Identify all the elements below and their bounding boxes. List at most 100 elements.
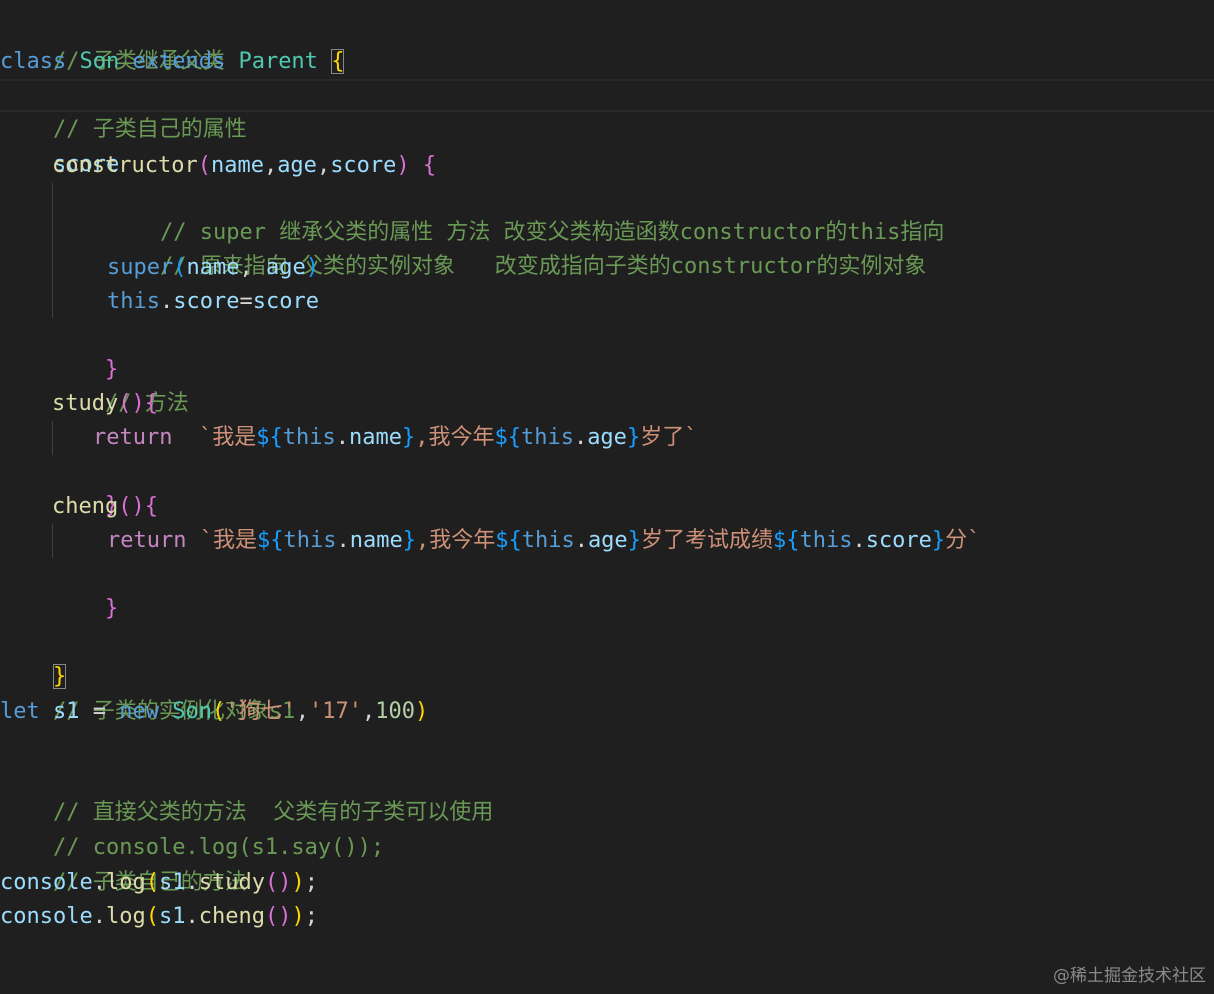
variable-token: console xyxy=(0,904,93,929)
punct-token: ; xyxy=(304,870,318,895)
watermark: @稀土掘金技术社区 xyxy=(1053,966,1206,986)
string-token: `我是 xyxy=(199,528,257,553)
code-editor[interactable]: // 子类继承父类 class Son extends Parent { // … xyxy=(0,0,1214,994)
property-token: score xyxy=(865,528,932,553)
paren-token: ( xyxy=(118,391,132,416)
interpolation-token: } xyxy=(627,528,641,553)
function-name-token: study xyxy=(198,870,265,895)
interpolation-token: } xyxy=(401,425,416,450)
code-line-return[interactable]: return `我是${this.name},我今年${this.age}岁了` xyxy=(93,421,697,455)
punct-token: . xyxy=(185,870,199,895)
code-line-close-brace[interactable]: } xyxy=(52,319,118,382)
code-line-constructor[interactable]: constructor(name,age,score) { xyxy=(52,149,436,183)
brace-token: { xyxy=(422,153,437,178)
code-line-assignment[interactable]: this.score=score xyxy=(107,285,319,319)
class-name-token: Son xyxy=(79,49,120,74)
interpolation-token: } xyxy=(626,425,641,450)
string-token: '17' xyxy=(309,699,362,724)
punct-token: . xyxy=(852,528,866,553)
punct-token: , xyxy=(316,153,331,178)
code-line-field[interactable]: score xyxy=(0,114,119,177)
code-line-close-brace[interactable]: } xyxy=(52,455,118,518)
property-token: name xyxy=(349,528,403,553)
code-line-close-brace[interactable]: } xyxy=(52,558,118,621)
variable-token: console xyxy=(0,870,93,895)
code-line-comment[interactable]: // 子类自己的属性 xyxy=(0,79,247,142)
interpolation-token: ${ xyxy=(495,528,522,553)
punct-token: , xyxy=(295,699,309,724)
code-line-return[interactable]: return `我是${this.name},我今年${this.age}岁了考… xyxy=(107,524,980,558)
keyword-token: extends xyxy=(132,49,226,74)
punct-token: . xyxy=(574,528,588,553)
paren-token: ( xyxy=(145,904,159,929)
variable-token: score xyxy=(252,289,319,314)
paren-token: ( xyxy=(145,870,159,895)
arg-token: name xyxy=(186,255,240,280)
code-line-comment[interactable]: // 原来指向 父类的实例对象 改变成指向子类的constructor的实例对象 xyxy=(107,216,926,279)
brace-token: { xyxy=(144,494,158,519)
param-token: score xyxy=(330,153,397,178)
property-token: name xyxy=(348,425,402,450)
keyword-token: class xyxy=(0,49,67,74)
keyword-token: return xyxy=(107,528,187,553)
paren-token: ( xyxy=(197,153,211,178)
indent-guide xyxy=(52,183,53,318)
matched-bracket-token: { xyxy=(331,49,345,74)
code-line-instantiation[interactable]: let s1 = new Son('狗七','17',100) xyxy=(0,695,428,729)
function-name-token: cheng xyxy=(52,494,119,519)
property-token: age xyxy=(587,528,628,553)
code-line-method-study[interactable]: study(){ xyxy=(52,387,158,421)
punct-token: ; xyxy=(304,904,318,929)
keyword-token: this xyxy=(521,528,575,553)
interpolation-token: } xyxy=(402,528,416,553)
keyword-token: let xyxy=(0,699,40,724)
function-name-token: constructor xyxy=(52,153,198,178)
code-line-comment[interactable]: // super 继承父类的属性 方法 改变父类构造函数constructor的… xyxy=(107,182,944,245)
code-line-super-call[interactable]: super(name, age) xyxy=(107,251,319,285)
punct-token: . xyxy=(92,904,106,929)
paren-token: ) xyxy=(291,870,305,895)
code-line-comment[interactable]: // 子类继承父类 xyxy=(0,11,225,74)
punct-token: . xyxy=(159,289,174,314)
code-line-console-log[interactable]: console.log(s1.study()); xyxy=(0,866,318,900)
code-line-comment[interactable]: // 方法 xyxy=(52,353,189,416)
keyword-token: this xyxy=(520,425,574,450)
variable-token: s1 xyxy=(158,870,186,895)
code-line-comment[interactable]: // 子类的实例化对象s1 xyxy=(0,661,295,724)
keyword-token: this xyxy=(282,425,336,450)
punct-token: . xyxy=(335,425,349,450)
string-token: 岁了` xyxy=(640,425,698,450)
code-line-method-cheng[interactable]: cheng(){ xyxy=(52,490,158,524)
string-token: 岁了考试成绩 xyxy=(640,528,773,553)
paren-token: ) xyxy=(305,255,319,280)
paren-token: ) xyxy=(396,153,410,178)
string-token: `我是 xyxy=(198,425,257,450)
code-line-comment[interactable]: // 子类自己的方法 xyxy=(0,832,247,895)
keyword-token: super xyxy=(107,255,174,280)
class-name-token: Parent xyxy=(238,49,318,74)
paren-token: ( xyxy=(212,699,226,724)
string-token: 分` xyxy=(945,528,981,553)
brace-token: { xyxy=(144,391,158,416)
code-line-class-close[interactable]: } xyxy=(0,626,67,689)
punct-token: . xyxy=(92,870,106,895)
arg-token: age xyxy=(265,255,306,280)
code-line-console-log[interactable]: console.log(s1.cheng()); xyxy=(0,900,318,934)
code-line-comment[interactable]: // 直接父类的方法 父类有的子类可以使用 xyxy=(0,762,493,825)
keyword-token: this xyxy=(107,289,160,314)
paren-token: ) xyxy=(291,904,305,929)
paren-token: ) xyxy=(131,391,145,416)
code-line-class-declaration[interactable]: class Son extends Parent { xyxy=(0,45,345,79)
paren-token: ( xyxy=(173,255,187,280)
code-line-comment[interactable]: // console.log(s1.say()); xyxy=(0,797,384,860)
paren-token: ( xyxy=(118,494,132,519)
property-token: age xyxy=(587,425,627,450)
function-name-token: log xyxy=(105,904,146,929)
function-name-token: log xyxy=(105,870,146,895)
